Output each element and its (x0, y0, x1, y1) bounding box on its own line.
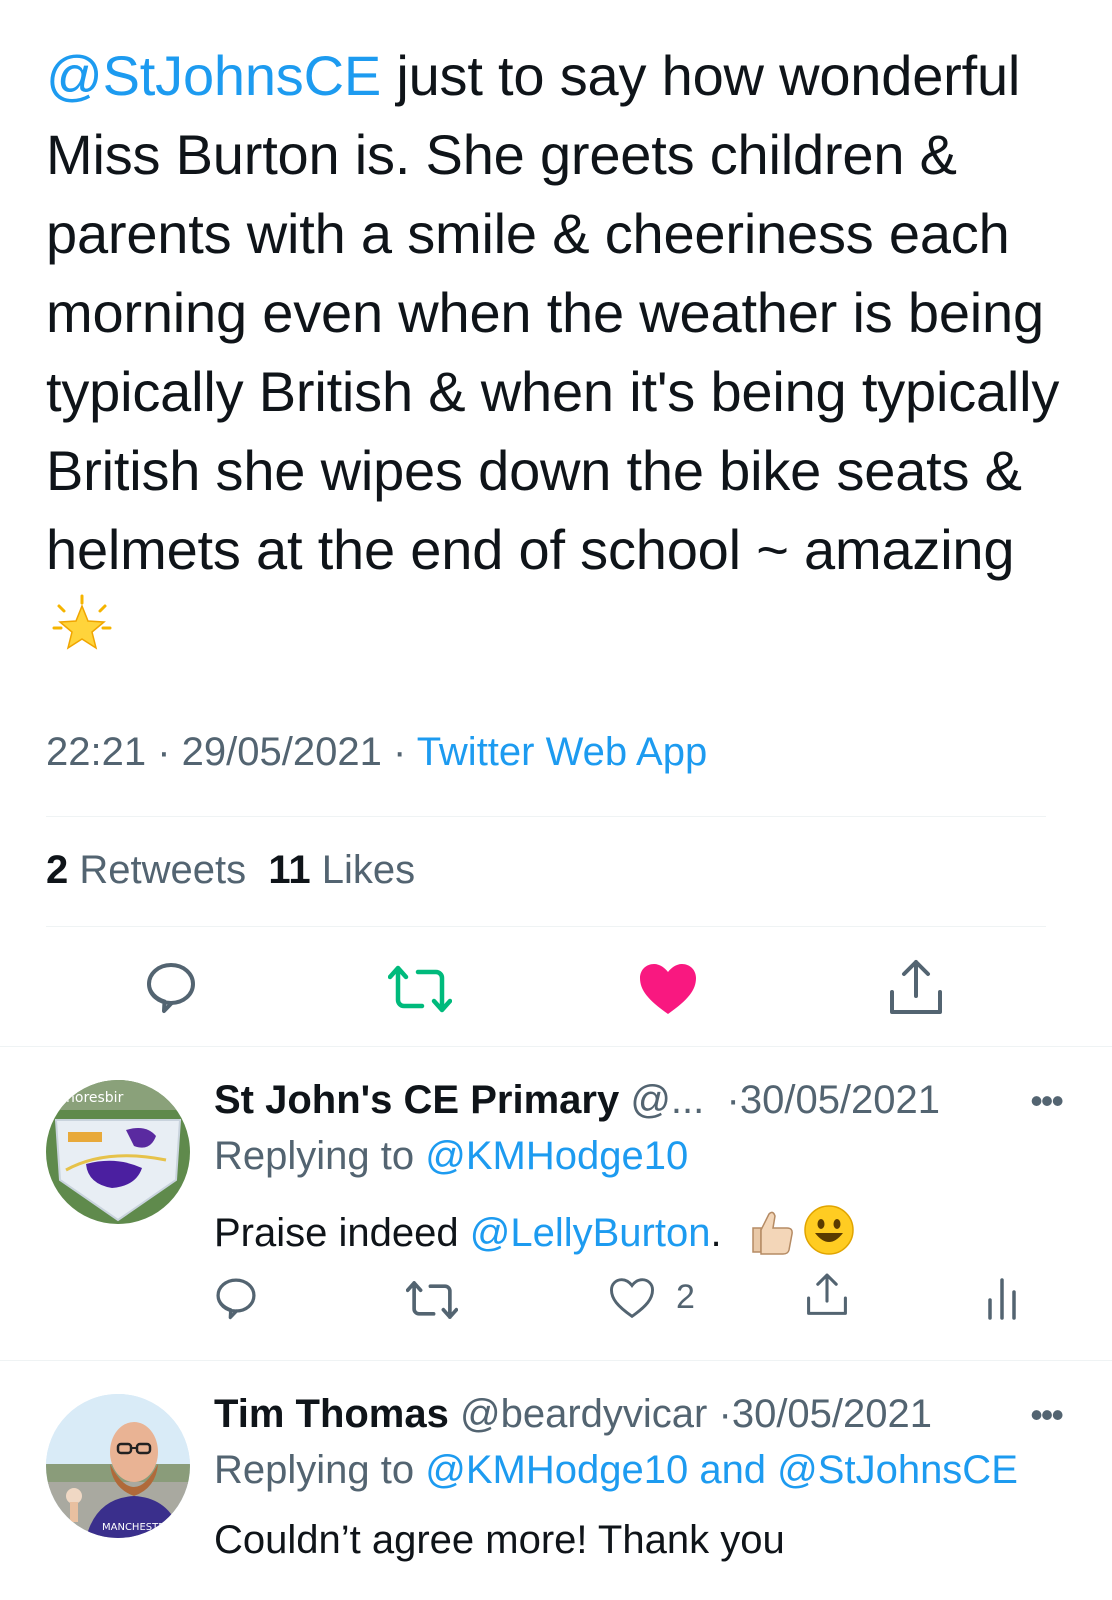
author-handle[interactable]: @beardyvicar (460, 1392, 707, 1436)
author-name[interactable]: Tim Thomas (214, 1392, 449, 1436)
retweet-label: Retweets (79, 848, 247, 892)
like-count: 11 (268, 848, 311, 892)
reply-header: Tim Thomas @beardyvicar ·30/05/2021 (214, 1392, 932, 1437)
divider (46, 816, 1046, 817)
like-label: Likes (321, 848, 416, 892)
retweet-button[interactable] (387, 962, 453, 1021)
meta-separator: · (381, 730, 417, 774)
reply-text: Couldn’t agree more! Thank you (214, 1518, 785, 1562)
tweet-text: @StJohnsCE just to say how wonderful Mis… (46, 36, 1066, 674)
like-button[interactable] (638, 962, 698, 1021)
heart-filled-icon (640, 964, 696, 1014)
divider (0, 1046, 1112, 1047)
replying-prefix: Replying to (214, 1134, 426, 1178)
retweet-icon (405, 1281, 459, 1319)
glowing-star-icon (52, 594, 112, 674)
share-button[interactable] (886, 958, 946, 1023)
reply-text: Praise indeed @LellyBurton. (214, 1204, 855, 1266)
tweet-body: just to say how wonderful Miss Burton is… (46, 44, 1060, 581)
tweet-date: 29/05/2021 (181, 730, 382, 774)
tweet-mention[interactable]: @StJohnsCE (46, 44, 381, 107)
share-button[interactable] (804, 1272, 850, 1323)
reply-button[interactable] (144, 960, 198, 1019)
replying-to: Replying to @KMHodge10 (214, 1134, 688, 1179)
likes-stat[interactable]: 11 Likes (268, 848, 415, 892)
replying-prefix: Replying to (214, 1448, 426, 1492)
reply-button[interactable] (214, 1276, 258, 1325)
like-button[interactable] (609, 1278, 655, 1323)
retweet-icon (387, 965, 453, 1013)
reply-mention[interactable]: @LellyBurton (470, 1211, 711, 1255)
tweet-meta: 22:21 · 29/05/2021 · Twitter Web App (46, 730, 707, 775)
reply-text-before: Praise indeed (214, 1211, 470, 1255)
smiley-face-icon (803, 1204, 855, 1266)
share-icon (890, 960, 942, 1014)
author-handle[interactable]: @... (630, 1078, 704, 1122)
retweet-count: 2 (46, 848, 69, 892)
avatar[interactable]: MANCHESTER (46, 1394, 190, 1538)
tweet-time: 22:21 (46, 730, 147, 774)
more-options-icon[interactable]: ••• (1030, 1080, 1064, 1122)
reply-like-count: 2 (676, 1278, 695, 1316)
author-name[interactable]: St John's CE Primary (214, 1078, 619, 1122)
reply-date: ·30/05/2021 (726, 1078, 941, 1122)
tweet-source-link[interactable]: Twitter Web App (417, 730, 708, 774)
analytics-icon (988, 1278, 1016, 1320)
reply-date: ·30/05/2021 (718, 1392, 933, 1436)
replying-and: and (688, 1448, 778, 1492)
tweet-stats: 2 Retweets 11 Likes (46, 848, 415, 893)
divider (46, 926, 1046, 927)
avatar[interactable]: noresbir (46, 1080, 190, 1224)
analytics-button[interactable] (986, 1276, 1020, 1325)
meta-separator: · (146, 730, 182, 774)
replying-to: Replying to @KMHodge10 and @StJohnsCE (214, 1448, 1018, 1493)
reply-header: St John's CE Primary @... ·30/05/2021 (214, 1078, 940, 1123)
retweets-stat[interactable]: 2 Retweets (46, 848, 246, 892)
more-options-icon[interactable]: ••• (1030, 1394, 1064, 1436)
reply-icon (216, 1278, 256, 1320)
heart-outline-icon (609, 1278, 655, 1319)
replying-mention[interactable]: @KMHodge10 (425, 1448, 688, 1492)
share-icon (807, 1273, 847, 1315)
replying-mention-2[interactable]: @StJohnsCE (777, 1448, 1018, 1492)
svg-text:MANCHESTER: MANCHESTER (102, 1522, 172, 1533)
thumbs-up-icon (747, 1206, 797, 1266)
replying-mention[interactable]: @KMHodge10 (425, 1134, 688, 1178)
reply-icon (147, 963, 196, 1013)
svg-text:noresbir: noresbir (66, 1090, 124, 1106)
retweet-button[interactable] (405, 1278, 459, 1327)
divider (0, 1360, 1112, 1361)
reply-text-after: . (710, 1211, 722, 1255)
